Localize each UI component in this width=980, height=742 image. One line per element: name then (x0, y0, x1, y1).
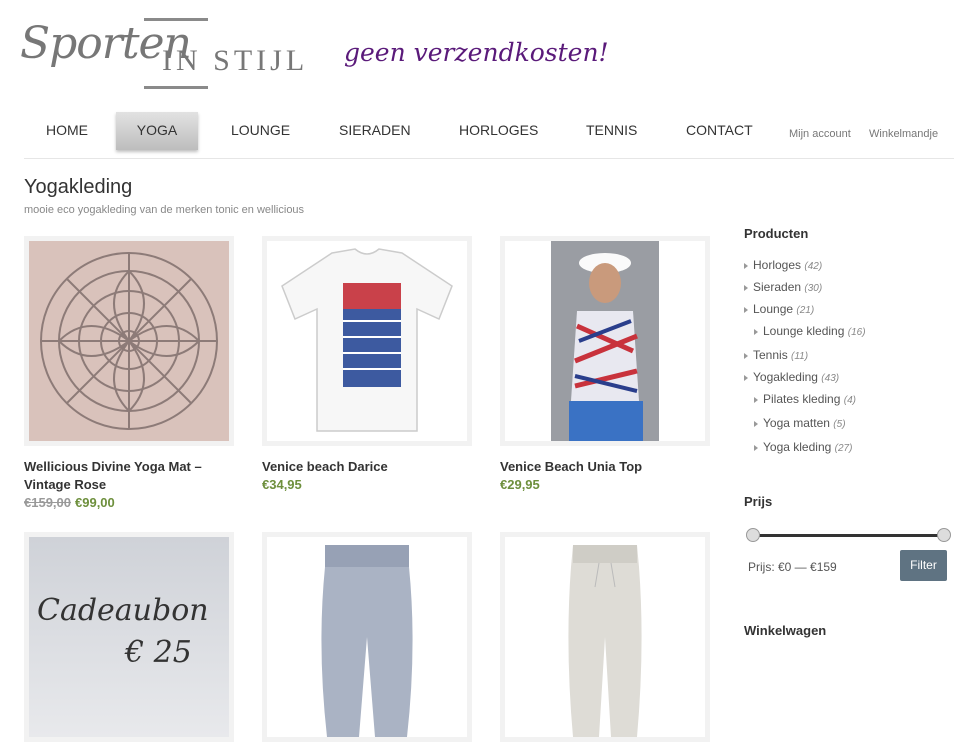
product-title[interactable]: Venice beach Darice (262, 458, 472, 476)
product-price: €29,95 (500, 477, 540, 492)
category-label: Pilates kleding (763, 392, 841, 406)
product-card: Venice Beach Unia Top €29,95 (500, 236, 710, 494)
lounge-pants-image (505, 537, 705, 737)
product-image-link[interactable] (262, 236, 472, 446)
caret-right-icon (744, 352, 748, 359)
caret-right-icon (744, 306, 748, 313)
price-slider-max-handle[interactable] (937, 528, 951, 542)
price-slider-track[interactable] (752, 534, 944, 537)
category-label: Yogakleding (753, 370, 818, 384)
nav-cart[interactable]: Winkelmandje (869, 112, 938, 150)
old-price: €159,00 (24, 495, 71, 510)
category-count: (5) (833, 419, 846, 430)
caret-right-icon (754, 396, 758, 403)
category-count: (4) (843, 395, 856, 406)
logo-caps-text: IN STIJL (162, 44, 309, 77)
sale-price: €99,00 (75, 495, 115, 510)
product-image-link[interactable] (262, 532, 472, 742)
caret-right-icon (754, 444, 758, 451)
gift-card-text: Cadeaubon (37, 593, 209, 628)
product-price: €34,95 (262, 477, 302, 492)
product-image-link[interactable] (500, 236, 710, 446)
nav-divider (24, 158, 954, 159)
page-subtitle: mooie eco yogakleding van de merken toni… (24, 204, 305, 216)
caret-right-icon (744, 284, 748, 291)
filter-button[interactable]: Filter (900, 550, 947, 581)
price-range-label: Prijs: €0 — €159 (748, 560, 837, 574)
category-label: Sieraden (753, 280, 802, 294)
caret-right-icon (754, 420, 758, 427)
price-slider-min-handle[interactable] (746, 528, 760, 542)
product-title[interactable]: Venice Beach Unia Top (500, 458, 710, 476)
product-image-link[interactable] (24, 236, 234, 446)
category-lounge[interactable]: Lounge (21) (744, 302, 814, 316)
product-card: Wellicious Divine Yoga Mat – Vintage Ros… (24, 236, 234, 512)
product-image-link[interactable] (500, 532, 710, 742)
price-heading: Prijs (744, 494, 773, 509)
category-horloges[interactable]: Horloges (42) (744, 258, 822, 272)
category-label: Yoga kleding (763, 440, 832, 454)
category-count: (21) (796, 305, 815, 316)
product-card: Venice beach Darice €34,95 (262, 236, 472, 494)
category-label: Lounge (753, 302, 794, 316)
product-title[interactable]: Wellicious Divine Yoga Mat – Vintage Ros… (24, 458, 234, 494)
category-lounge-kleding[interactable]: Lounge kleding (16) (754, 324, 866, 338)
caret-right-icon (744, 262, 748, 269)
nav-sieraden[interactable]: SIERADEN (339, 112, 411, 150)
category-label: Yoga matten (763, 416, 830, 430)
nav-horloges[interactable]: HORLOGES (459, 112, 538, 150)
category-count: (30) (804, 283, 823, 294)
category-label: Horloges (753, 258, 802, 272)
nav-home[interactable]: HOME (46, 112, 88, 150)
tank-top-image (505, 241, 705, 441)
product-image-link[interactable]: Cadeaubon € 25 (24, 532, 234, 742)
category-tennis[interactable]: Tennis (11) (744, 348, 808, 362)
sidebar: Producten (744, 226, 954, 241)
tshirt-image (267, 241, 467, 441)
product-price: €159,00 €99,00 (24, 494, 234, 512)
site-logo[interactable]: Sporten IN STIJL (20, 16, 320, 91)
product-card (262, 532, 472, 742)
category-label: Tennis (753, 348, 788, 362)
category-count: (27) (834, 443, 853, 454)
category-label: Lounge kleding (763, 324, 845, 338)
product-card: Cadeaubon € 25 (24, 532, 234, 742)
nav-tennis[interactable]: TENNIS (586, 112, 637, 150)
gift-card-image: Cadeaubon € 25 (29, 537, 229, 737)
nav-my-account[interactable]: Mijn account (789, 112, 851, 150)
caret-right-icon (744, 374, 748, 381)
products-heading: Producten (744, 226, 809, 241)
category-count: (16) (847, 327, 866, 338)
nav-lounge[interactable]: LOUNGE (231, 112, 290, 150)
category-count: (42) (804, 261, 823, 272)
gift-card-amount: € 25 (125, 635, 192, 670)
tagline: geen verzendkosten! (344, 38, 609, 67)
logo-bottom-rule (144, 86, 208, 89)
nav-yoga[interactable]: YOGA (116, 112, 198, 150)
category-count: (43) (821, 373, 840, 384)
page-title: Yogakleding (24, 176, 133, 198)
category-yoga-kleding[interactable]: Yoga kleding (27) (754, 440, 852, 454)
product-card (500, 532, 710, 742)
category-yogakleding[interactable]: Yogakleding (43) (744, 370, 839, 384)
yoga-mat-image (29, 241, 229, 441)
caret-right-icon (754, 328, 758, 335)
category-count: (11) (791, 351, 809, 362)
harem-pants-image (267, 537, 467, 737)
category-pilates-kleding[interactable]: Pilates kleding (4) (754, 392, 856, 406)
cart-heading: Winkelwagen (744, 623, 827, 638)
category-sieraden[interactable]: Sieraden (30) (744, 280, 822, 294)
nav-contact[interactable]: CONTACT (686, 112, 753, 150)
main-nav: HOME YOGA LOUNGE SIERADEN HORLOGES TENNI… (24, 112, 954, 150)
category-yoga-matten[interactable]: Yoga matten (5) (754, 416, 846, 430)
